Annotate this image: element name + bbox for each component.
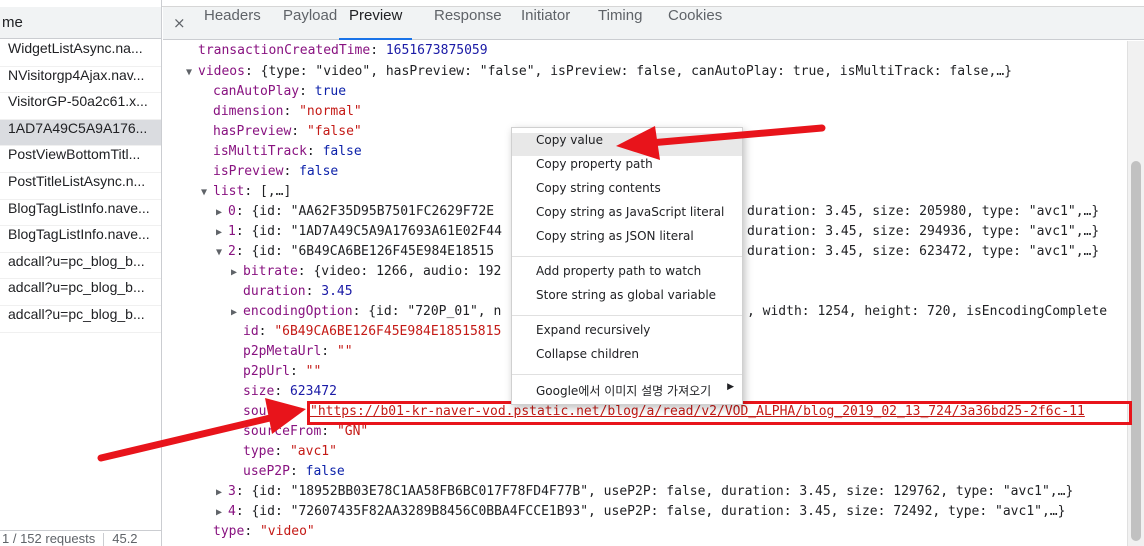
tab-headers[interactable]: Headers: [204, 7, 261, 40]
collapsed-triangle-icon[interactable]: ▶: [231, 303, 243, 323]
tree-row-dimension[interactable]: dimension: "normal": [213, 102, 362, 122]
request-row[interactable]: adcall?u=pc_blog_b...: [0, 279, 161, 306]
tree-row-videos[interactable]: ▼ videos: {type: "video", hasPreview: "fa…: [186, 62, 1012, 82]
collapsed-triangle-icon[interactable]: ▶: [231, 263, 243, 283]
request-list: WidgetListAsync.na... NVisitorgp4Ajax.nav…: [0, 40, 161, 333]
collapsed-triangle-icon[interactable]: ▶: [216, 223, 228, 243]
menu-expand-recursively[interactable]: Expand recursively: [512, 323, 742, 346]
request-row[interactable]: 1AD7A49C5A9A176...: [0, 119, 161, 147]
tree-row-sourcefrom[interactable]: sourceFrom: "GN": [243, 422, 368, 442]
tree-row-bitrate[interactable]: ▶ bitrate: {video: 1266, audio: 192: [231, 262, 501, 282]
expanded-triangle-icon[interactable]: ▼: [186, 63, 198, 83]
request-row[interactable]: PostViewBottomTitl...: [0, 146, 161, 173]
name-column-header[interactable]: me: [0, 7, 161, 39]
top-strip: [0, 0, 1144, 7]
preview-scrollbar[interactable]: [1127, 41, 1144, 546]
request-count: 1 / 152 requests: [2, 531, 96, 546]
menu-store-global[interactable]: Store string as global variable: [512, 288, 742, 311]
tab-initiator[interactable]: Initiator: [521, 7, 570, 40]
tree-row-usep2p[interactable]: useP2P: false: [243, 462, 345, 482]
tree-row-canautoplay[interactable]: canAutoPlay: true: [213, 82, 346, 102]
tree-row-item-0[interactable]: ▶ 0: {id: "AA62F35D95B7501FC2629F72E: [216, 202, 494, 222]
menu-separator: [512, 256, 742, 257]
tree-row-item-3[interactable]: ▶ 3: {id: "18952BB03E78C1AA58FB6BC017F78F…: [216, 482, 1073, 502]
expanded-triangle-icon[interactable]: ▼: [216, 243, 228, 263]
menu-separator: [512, 315, 742, 316]
tree-row-item-2-tail: duration: 3.45, size: 623472, type: "avc…: [747, 244, 1100, 259]
tab-timing[interactable]: Timing: [598, 7, 642, 40]
submenu-arrow-icon: ▶: [727, 382, 734, 392]
request-row[interactable]: adcall?u=pc_blog_b...: [0, 306, 161, 333]
tree-row-transaction[interactable]: transactionCreatedTime: 1651673875059: [198, 41, 488, 61]
tree-row-item-4[interactable]: ▶ 4: {id: "72607435F82AA3289B8456C0BBA4FC…: [216, 502, 1065, 522]
collapsed-triangle-icon[interactable]: ▶: [216, 203, 228, 223]
tree-row-size[interactable]: size: 623472: [243, 382, 337, 402]
tree-row-type-video[interactable]: type: "video": [213, 522, 315, 542]
tree-row-encodingoption-tail: , width: 1254, height: 720, isEncodingCo…: [747, 304, 1108, 319]
tree-row-item-0-tail: duration: 3.45, size: 205980, type: "avc…: [747, 204, 1100, 219]
collapsed-triangle-icon[interactable]: ▶: [216, 483, 228, 503]
menu-copy-json-literal[interactable]: Copy string as JSON literal: [512, 229, 742, 252]
menu-copy-string-contents[interactable]: Copy string contents: [512, 181, 742, 204]
tree-row-id[interactable]: id: "6B49CA6BE126F45E984E18515815: [243, 322, 501, 342]
menu-copy-property-path[interactable]: Copy property path: [512, 157, 742, 180]
menu-copy-value[interactable]: Copy value: [512, 133, 742, 156]
tree-row-encodingoption[interactable]: ▶ encodingOption: {id: "720P_01", n: [231, 302, 501, 322]
context-menu: Copy value Copy property path Copy strin…: [511, 127, 743, 405]
menu-collapse-children[interactable]: Collapse children: [512, 347, 742, 370]
tree-row-type-avc1[interactable]: type: "avc1": [243, 442, 337, 462]
request-row[interactable]: NVisitorgp4Ajax.nav...: [0, 67, 161, 94]
tree-row-ismultitrack[interactable]: isMultiTrack: false: [213, 142, 362, 162]
request-row[interactable]: VisitorGP-50a2c61.x...: [0, 93, 161, 120]
request-list-panel: me WidgetListAsync.na... NVisitorgp4Ajax.…: [0, 0, 162, 546]
tree-row-p2pmetaurl[interactable]: p2pMetaUrl: "": [243, 342, 353, 362]
tree-row-source[interactable]: source:: [243, 402, 298, 422]
tree-row-ispreview[interactable]: isPreview: false: [213, 162, 338, 182]
collapsed-triangle-icon[interactable]: ▶: [216, 503, 228, 523]
tab-response[interactable]: Response: [434, 7, 502, 40]
detail-tabs: × Headers Payload Preview Response Initi…: [163, 7, 1144, 40]
request-row[interactable]: BlogTagListInfo.nave...: [0, 226, 161, 253]
status-bar: 1 / 152 requests 45.2: [0, 530, 161, 546]
tree-row-list[interactable]: ▼ list: [,…]: [201, 182, 291, 202]
tree-row-item-2[interactable]: ▼ 2: {id: "6B49CA6BE126F45E984E18515: [216, 242, 494, 262]
tab-cookies[interactable]: Cookies: [668, 7, 722, 40]
menu-add-watch[interactable]: Add property path to watch: [512, 264, 742, 287]
tree-row-item-1[interactable]: ▶ 1: {id: "1AD7A49C5A9A17693A61E02F44: [216, 222, 502, 242]
menu-separator: [512, 374, 742, 375]
tab-payload[interactable]: Payload: [283, 7, 337, 40]
scroll-thumb[interactable]: [1131, 161, 1141, 541]
tab-preview[interactable]: Preview: [339, 7, 413, 40]
request-row[interactable]: BlogTagListInfo.nave...: [0, 200, 161, 227]
transfer-size: 45.2: [112, 531, 138, 546]
request-row[interactable]: WidgetListAsync.na...: [0, 40, 161, 67]
close-icon[interactable]: ×: [173, 14, 186, 32]
request-row[interactable]: adcall?u=pc_blog_b...: [0, 253, 161, 280]
expanded-triangle-icon[interactable]: ▼: [201, 183, 213, 203]
menu-copy-js-literal[interactable]: Copy string as JavaScript literal: [512, 205, 742, 228]
tree-row-haspreview[interactable]: hasPreview: "false": [213, 122, 362, 142]
tree-row-duration[interactable]: duration: 3.45: [243, 282, 353, 302]
tree-row-p2purl[interactable]: p2pUrl: "": [243, 362, 321, 382]
menu-google-search[interactable]: Google에서 이미지 설명 가져오기 ▶: [512, 382, 742, 405]
request-row[interactable]: PostTitleListAsync.n...: [0, 173, 161, 200]
tree-row-item-1-tail: duration: 3.45, size: 294936, type: "avc…: [747, 224, 1100, 239]
